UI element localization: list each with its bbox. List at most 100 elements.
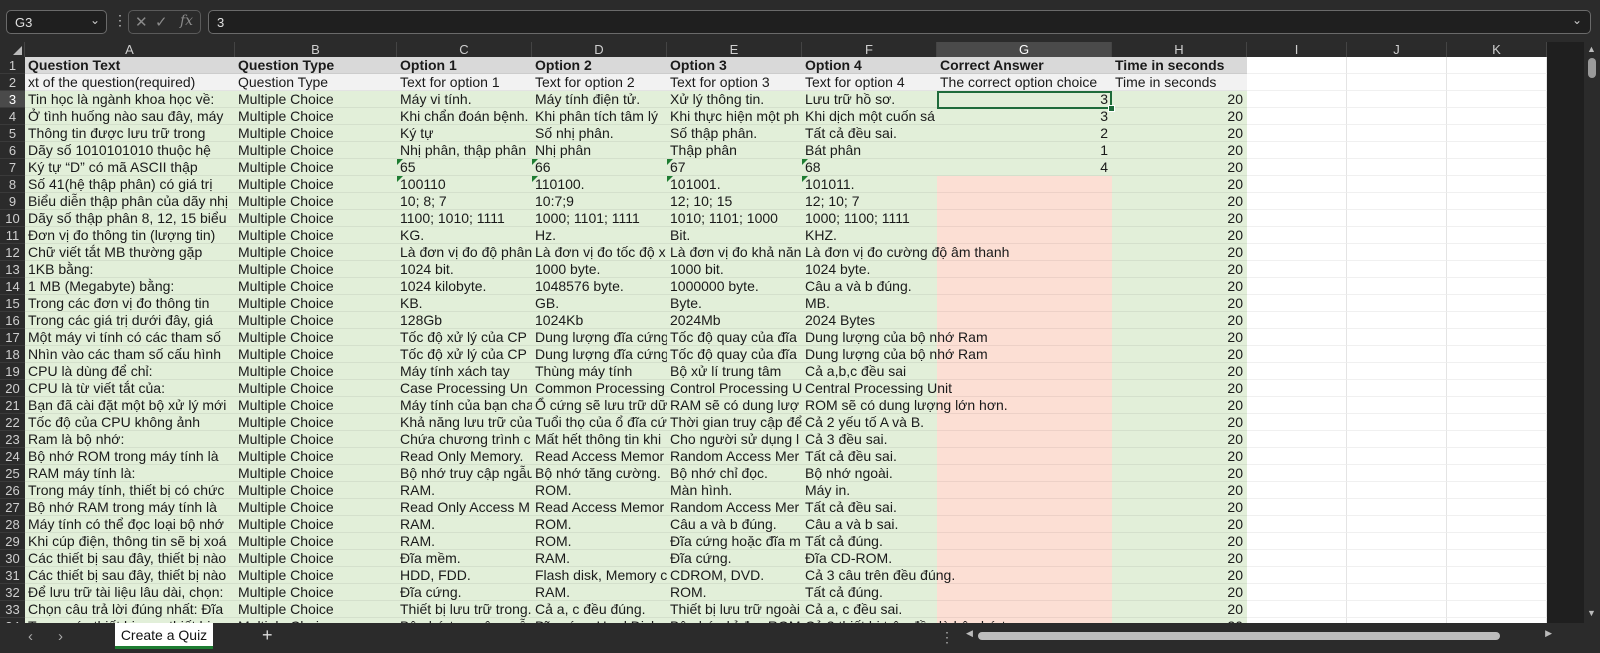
option-3-cell[interactable]: Bit. xyxy=(667,227,802,244)
row-header-6[interactable]: 6 xyxy=(0,142,25,159)
description-cell[interactable]: Text for option 2 xyxy=(532,74,667,91)
confirm-icon[interactable]: ✓ xyxy=(155,13,168,31)
scroll-down-icon[interactable]: ▼ xyxy=(1587,608,1596,618)
question-type-cell[interactable]: Multiple Choice xyxy=(235,448,397,465)
option-2-cell[interactable]: 66 xyxy=(532,159,667,176)
option-3-cell[interactable]: Bộ nhớ chỉ đọc. xyxy=(667,465,802,482)
row-header-2[interactable]: 2 xyxy=(0,74,25,91)
option-4-cell[interactable]: Tất cả đều sai. xyxy=(802,448,897,465)
question-text-cell[interactable]: Số 41(hệ thập phân) có giá trị xyxy=(25,176,235,193)
question-text-cell[interactable]: Các thiết bị sau đây, thiết bị nào xyxy=(25,550,235,567)
question-type-cell[interactable]: Multiple Choice xyxy=(235,499,397,516)
option-2-cell[interactable]: Dung lượng đĩa cứng xyxy=(532,346,667,363)
option-2-cell[interactable]: Bộ nhớ tăng cường. xyxy=(532,465,667,482)
row-header-19[interactable]: 19 xyxy=(0,363,25,380)
row-header-33[interactable]: 33 xyxy=(0,601,25,618)
option-1-cell[interactable]: Thiết bị lưu trữ trong. xyxy=(397,601,532,618)
row-header-5[interactable]: 5 xyxy=(0,125,25,142)
column-header-e[interactable]: E xyxy=(667,42,802,57)
question-text-cell[interactable]: Ký tự “D” có mã ASCII thập xyxy=(25,159,235,176)
time-cell[interactable]: 20 xyxy=(1112,499,1247,516)
question-text-cell[interactable]: Thông tin được lưu trữ trong xyxy=(25,125,235,142)
description-cell[interactable]: Text for option 4 xyxy=(802,74,937,91)
time-cell[interactable]: 20 xyxy=(1112,261,1247,278)
row-header-11[interactable]: 11 xyxy=(0,227,25,244)
row-header-16[interactable]: 16 xyxy=(0,312,25,329)
correct-answer-cell[interactable] xyxy=(937,431,1112,448)
correct-answer-cell[interactable] xyxy=(937,176,1112,193)
option-2-cell[interactable]: RAM. xyxy=(532,584,667,601)
time-cell[interactable]: 20 xyxy=(1112,414,1247,431)
correct-answer-cell[interactable] xyxy=(937,278,1112,295)
option-3-cell[interactable]: Random Access Mer xyxy=(667,448,802,465)
option-3-cell[interactable]: Bộ xử lí trung tâm xyxy=(667,363,802,380)
question-type-cell[interactable]: Multiple Choice xyxy=(235,397,397,414)
row-header-25[interactable]: 25 xyxy=(0,465,25,482)
time-cell[interactable]: 20 xyxy=(1112,295,1247,312)
question-type-cell[interactable]: Multiple Choice xyxy=(235,567,397,584)
option-1-cell[interactable]: 65 xyxy=(397,159,532,176)
spreadsheet-grid[interactable]: A B C D E F G H I J K 1 Question Text Question Type Op… xyxy=(0,42,1584,623)
description-cell[interactable]: Text for option 3 xyxy=(667,74,802,91)
correct-answer-cell[interactable] xyxy=(937,397,1112,414)
time-cell[interactable]: 20 xyxy=(1112,159,1247,176)
correct-answer-cell[interactable]: 3 xyxy=(937,108,1112,125)
time-cell[interactable]: 20 xyxy=(1112,329,1247,346)
question-type-cell[interactable]: Multiple Choice xyxy=(235,312,397,329)
question-type-cell[interactable]: Multiple Choice xyxy=(235,193,397,210)
fill-handle[interactable] xyxy=(1108,105,1115,112)
option-4-cell[interactable]: Tất cả đều sai. xyxy=(802,499,897,516)
option-4-cell[interactable]: Bát phân xyxy=(802,142,937,159)
option-3-cell[interactable]: Tốc độ quay của đĩa xyxy=(667,329,802,346)
option-3-cell[interactable]: Thiết bị lưu trữ ngoài xyxy=(667,601,802,618)
header-cell[interactable]: Question Type xyxy=(235,57,397,74)
option-4-cell[interactable]: 1000; 1100; 1111 xyxy=(802,210,910,227)
option-1-cell[interactable]: RAM. xyxy=(397,516,532,533)
description-cell[interactable]: The correct option choice xyxy=(937,74,1112,91)
correct-answer-cell[interactable] xyxy=(937,312,1112,329)
correct-answer-cell[interactable]: 4 xyxy=(937,159,1112,176)
option-1-cell[interactable]: Ký tự xyxy=(397,125,532,142)
option-4-cell[interactable]: Cả 3 đều sai. xyxy=(802,431,888,448)
column-header-b[interactable]: B xyxy=(235,42,397,57)
vertical-scrollbar[interactable]: ▲ ▼ xyxy=(1584,42,1600,623)
option-1-cell[interactable]: Read Only Access M xyxy=(397,499,532,516)
row-header-21[interactable]: 21 xyxy=(0,397,25,414)
correct-answer-cell[interactable] xyxy=(937,193,1112,210)
question-type-cell[interactable]: Multiple Choice xyxy=(235,125,397,142)
option-2-cell[interactable]: Thùng máy tính xyxy=(532,363,667,380)
row-header-14[interactable]: 14 xyxy=(0,278,25,295)
question-text-cell[interactable]: 1KB bằng: xyxy=(25,261,235,278)
correct-answer-cell[interactable] xyxy=(937,499,1112,516)
question-text-cell[interactable]: Để lưu trữ tài liệu lâu dài, chọn: xyxy=(25,584,235,601)
option-3-cell[interactable]: ROM. xyxy=(667,584,802,601)
option-2-cell[interactable]: Khi phân tích tâm lý xyxy=(532,108,667,125)
time-cell[interactable]: 20 xyxy=(1112,363,1247,380)
option-1-cell[interactable]: Máy tính xách tay xyxy=(397,363,532,380)
option-1-cell[interactable]: Là đơn vị đo độ phân xyxy=(397,244,532,261)
time-cell[interactable]: 20 xyxy=(1112,601,1247,618)
question-type-cell[interactable]: Multiple Choice xyxy=(235,516,397,533)
time-cell[interactable]: 20 xyxy=(1112,142,1247,159)
time-cell[interactable]: 20 xyxy=(1112,125,1247,142)
option-1-cell[interactable]: 100110 xyxy=(397,176,532,193)
header-cell[interactable]: Option 4 xyxy=(802,57,937,74)
option-3-cell[interactable]: 1010; 1101; 1000 xyxy=(667,210,802,227)
error-indicator-icon[interactable] xyxy=(802,159,808,165)
correct-answer-cell[interactable] xyxy=(937,533,1112,550)
option-1-cell[interactable]: Khi chẩn đoán bệnh. xyxy=(397,108,532,125)
option-1-cell[interactable]: KG. xyxy=(397,227,532,244)
option-4-cell[interactable]: Tất cả đúng. xyxy=(802,584,883,601)
time-cell[interactable]: 20 xyxy=(1112,210,1247,227)
correct-answer-cell[interactable] xyxy=(937,244,1112,261)
header-cell[interactable]: Correct Answer xyxy=(937,57,1112,74)
add-sheet-icon[interactable]: + xyxy=(262,625,273,646)
row-header-9[interactable]: 9 xyxy=(0,193,25,210)
option-4-cell[interactable]: Máy in. xyxy=(802,482,850,499)
time-cell[interactable]: 20 xyxy=(1112,516,1247,533)
option-1-cell[interactable]: RAM. xyxy=(397,482,532,499)
question-text-cell[interactable]: Khi cúp điện, thông tin sẽ bị xoá xyxy=(25,533,235,550)
correct-answer-cell[interactable]: 2 xyxy=(937,125,1112,142)
option-2-cell[interactable]: RAM. xyxy=(532,550,667,567)
option-4-cell[interactable]: Tất cả đều sai. xyxy=(802,125,937,142)
